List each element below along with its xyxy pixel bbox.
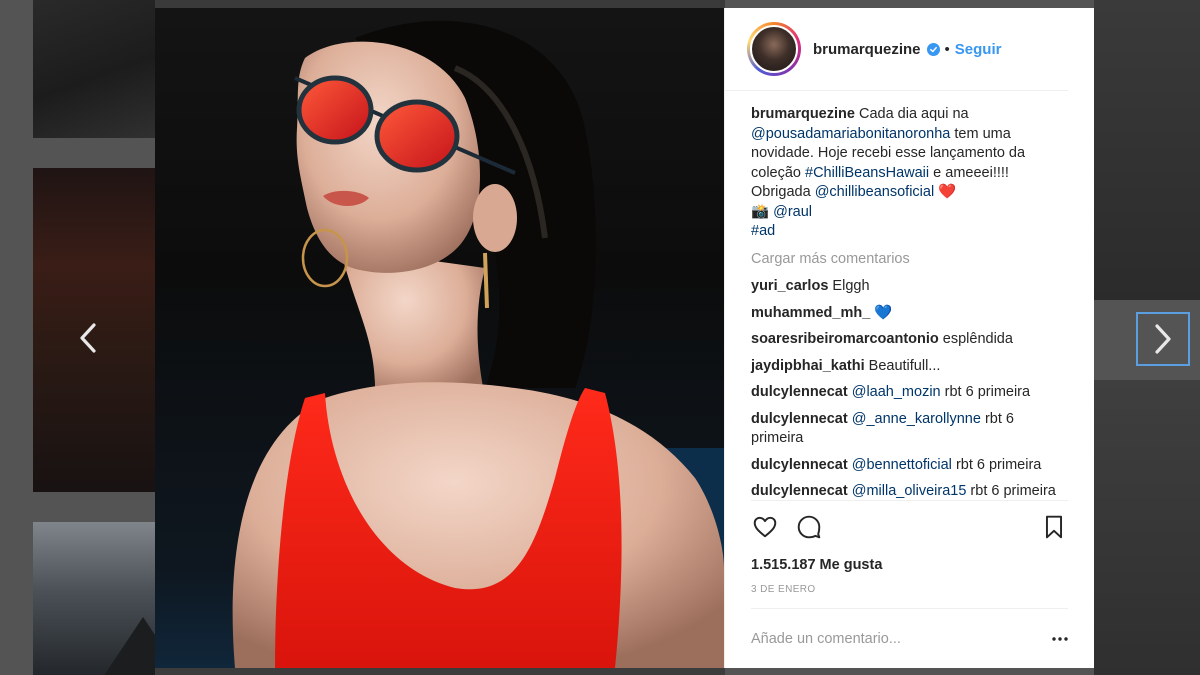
post-header: brumarquezine • Seguir: [725, 8, 1068, 91]
caption-username[interactable]: brumarquezine: [751, 106, 855, 122]
caption-mention[interactable]: @chillibeansoficial: [815, 184, 935, 200]
comment-username[interactable]: dulcylennecat: [751, 483, 848, 499]
caption-mention[interactable]: @pousadamariabonitanoronha: [751, 126, 950, 142]
avatar-ring[interactable]: [747, 22, 801, 76]
caption-mention[interactable]: @raul: [773, 204, 812, 220]
comment-text: Elggh: [832, 278, 870, 294]
bookmark-icon: [1045, 515, 1063, 538]
post-side-panel: brumarquezine • Seguir brumarquezine Cad…: [724, 8, 1094, 668]
heart-emoji-icon: ❤️: [938, 184, 957, 200]
feed-thumbnail: [155, 0, 725, 8]
caption-hashtag[interactable]: #ChilliBeansHawaii: [805, 165, 929, 181]
like-button[interactable]: [751, 513, 779, 541]
camera-emoji-icon: 📸: [751, 203, 770, 220]
header-separator: •: [944, 40, 950, 58]
comment-button[interactable]: [795, 513, 823, 541]
comment-mention[interactable]: @milla_oliveira15: [852, 483, 967, 499]
add-comment-bar: [751, 608, 1068, 668]
comments-list[interactable]: brumarquezine Cada dia aqui na @pousadam…: [725, 91, 1094, 500]
comment-username[interactable]: jaydipbhai_kathi: [751, 358, 865, 374]
follow-button[interactable]: Seguir: [955, 41, 1002, 58]
comment-text: rbt 6 primeira: [955, 456, 1042, 473]
comment-text: Beautifull...: [868, 357, 941, 374]
comment-username[interactable]: soaresribeiromarcoantonio: [751, 331, 939, 347]
comment-text: esplêndida: [942, 331, 1013, 347]
comment-item: dulcylennecat @_anne_karollynne rbt 6 pr…: [751, 410, 1068, 449]
feed-thumbnail: [33, 0, 155, 138]
comment-item: jaydipbhai_kathi Beautifull...: [751, 357, 1068, 377]
post-modal: brumarquezine • Seguir brumarquezine Cad…: [155, 8, 1094, 668]
comment-username[interactable]: dulcylennecat: [751, 457, 848, 473]
comment-text: 💙: [874, 304, 893, 321]
comment-username[interactable]: muhammed_mh_: [751, 305, 870, 321]
next-post-button[interactable]: [1136, 312, 1190, 366]
verified-badge-icon: [926, 42, 940, 56]
comment-item: dulcylennecat @laah_mozin rbt 6 primeira: [751, 383, 1068, 403]
comment-mention[interactable]: @bennettoficial: [852, 457, 952, 473]
comment-mention[interactable]: @laah_mozin: [852, 384, 941, 400]
save-button[interactable]: [1040, 513, 1068, 541]
comment-item: yuri_carlos Elggh: [751, 277, 1068, 297]
feed-thumbnail: [33, 522, 155, 675]
likes-count[interactable]: 1.515.187 Me gusta: [725, 552, 1094, 578]
comment-item: soaresribeiromarcoantonio esplêndida: [751, 330, 1068, 350]
comment-text: rbt 6 primeira: [944, 384, 1031, 400]
load-more-comments-button[interactable]: Cargar más comentarios: [751, 250, 1068, 270]
comment-username[interactable]: yuri_carlos: [751, 278, 828, 294]
speech-bubble-icon: [797, 515, 821, 538]
feed-thumbnail: [1094, 0, 1200, 300]
comment-username[interactable]: dulcylennecat: [751, 384, 848, 400]
more-options-button[interactable]: [1044, 636, 1068, 641]
comment-item: dulcylennecat @milla_oliveira15 rbt 6 pr…: [751, 482, 1068, 500]
comment-mention[interactable]: @_anne_karollynne: [852, 411, 981, 427]
caption-text: Cada dia aqui na: [858, 106, 969, 122]
avatar: [750, 25, 798, 73]
comment-text: rbt 6 primeira: [970, 483, 1056, 499]
comment-input[interactable]: [751, 630, 1044, 647]
chevron-right-icon: [1155, 324, 1171, 354]
ellipsis-icon: [1052, 636, 1068, 641]
author-username[interactable]: brumarquezine: [813, 41, 921, 58]
post-caption: brumarquezine Cada dia aqui na @pousadam…: [751, 105, 1068, 242]
comment-username[interactable]: dulcylennecat: [751, 411, 848, 427]
post-photo[interactable]: [155, 8, 724, 668]
comment-item: dulcylennecat @bennettoficial rbt 6 prim…: [751, 456, 1068, 476]
feed-thumbnail: [1094, 380, 1200, 675]
heart-outline-icon: [753, 516, 777, 537]
comment-item: muhammed_mh_ 💙: [751, 304, 1068, 324]
previous-post-button[interactable]: [61, 311, 115, 365]
post-photo-illustration: [232, 20, 724, 668]
feed-thumbnail: [155, 668, 725, 675]
caption-hashtag[interactable]: #ad: [751, 223, 775, 239]
post-actions-bar: [751, 500, 1068, 552]
chevron-left-icon: [80, 323, 96, 353]
post-date: 3 DE ENERO: [751, 584, 816, 595]
